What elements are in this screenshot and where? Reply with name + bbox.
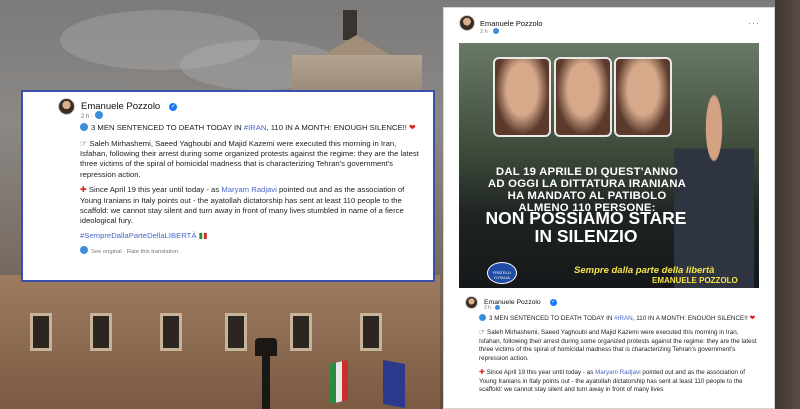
window [225,313,247,351]
party-logo: FRATELLI D'ITALIA [487,262,517,284]
portrait-photo [614,57,672,137]
paragraph-1-text: Saleh Mirhashemi, Saeed Yaghoubi and Maj… [80,138,419,179]
pointing-hand-icon: ☞ [80,138,88,148]
heart-icon: ❤ [749,315,756,322]
post-meta: 2 h · [480,28,761,35]
hashtag-iran[interactable]: #IRAN [244,123,267,132]
post-time[interactable]: 2 h [480,29,488,35]
avatar[interactable] [465,296,478,309]
post-body: 3 MEN SENTENCED TO DEATH TODAY IN #IRAN,… [80,123,421,257]
post-image[interactable]: DAL 19 APRILE DI QUEST'ANNO AD OGGI LA D… [459,43,759,288]
hashtag-sempre[interactable]: #SempreDallaParteDellaLIBERTÀ [80,231,197,240]
globe-icon [94,111,103,119]
lamp-post [262,340,270,409]
headline-text: 3 MEN SENTENCED TO DEATH TODAY IN [489,315,613,322]
paragraph-1: ☞ Saleh Mirhashemi, Saeed Yaghoubi and M… [479,328,761,363]
italian-flag-icon [330,360,348,404]
heart-icon: ❤ [409,123,416,132]
post-body: 3 MEN SENTENCED TO DEATH TODAY IN #IRAN,… [479,314,761,395]
mention-link[interactable]: Maryam Radjavi [595,369,641,376]
headline-text: 3 MEN SENTENCED TO DEATH TODAY IN [91,123,242,132]
post-card-right: Emanuele Pozzolo 2 h · ··· DAL 19 APRILE… [443,7,775,409]
author-name[interactable]: Emanuele Pozzolo [480,19,543,28]
avatar[interactable] [459,15,475,31]
image-signature: EMANUELE POZZOLO [652,276,738,285]
window [360,313,382,351]
image-headline: NON POSSIAMO STARE IN SILENZIO [485,208,687,246]
mention-link[interactable]: Maryam Radjavi [221,185,277,194]
portrait-photo [554,57,612,137]
verified-badge-icon: ✓ [549,299,557,306]
side-wall [775,0,800,409]
globe-icon [80,245,88,254]
window [90,313,112,351]
verified-badge-icon: ✓ [169,102,178,111]
portrait-photo [493,57,551,137]
building-spire [343,10,357,40]
paragraph-1: ☞ Saleh Mirhashemi, Saeed Yaghoubi and M… [80,139,421,180]
post-time[interactable]: 2 h [81,114,89,120]
headline: 3 MEN SENTENCED TO DEATH TODAY IN #IRAN,… [80,123,421,134]
hashtag-iran[interactable]: #IRAN [614,315,633,322]
avatar[interactable] [58,98,75,115]
see-original-link[interactable]: See original · Rate this translation [91,249,178,255]
window [30,313,52,351]
window [290,313,312,351]
building-facade [0,275,440,409]
globe-icon [492,28,499,34]
headline: 3 MEN SENTENCED TO DEATH TODAY IN #IRAN,… [479,314,761,323]
post-time[interactable]: 3 h [484,305,491,311]
more-options-icon[interactable]: ··· [748,18,760,28]
headline-suffix: , 110 IN A MONTH: ENOUGH SILENCE!! [266,123,407,132]
paragraph-1-text: Saleh Mirhashemi, Saeed Yaghoubi and Maj… [479,329,757,362]
globe-icon [495,305,501,310]
pin-icon: ✚ [80,184,87,194]
translation-footer: See original · Rate this translation [80,245,421,257]
eu-flag-icon [383,360,405,408]
pointing-hand-icon: ☞ [479,329,486,337]
image-tagline: Sempre dalla parte della libertà [574,265,715,276]
flag-icon: ▮ [203,231,208,241]
post-text-section: Emanuele Pozzolo ✓ 3 h · 3 MEN SENTENCED… [459,296,761,395]
headline-suffix: , 110 IN A MONTH: ENOUGH SILENCE!! [632,315,748,322]
pin-icon: ✚ [479,369,485,377]
window [160,313,182,351]
paragraph-2: ✚ Since April 19 this year until today -… [80,185,421,226]
paragraph-2: ✚ Since April 19 this year until today -… [479,368,761,394]
post-card-left: Emanuele Pozzolo ✓ 2 h · 3 MEN SENTENCED… [21,90,435,282]
earth-icon [80,123,88,131]
paragraph-2-prefix: Since April 19 this year until today - a… [486,369,594,377]
paragraph-2-prefix: Since April 19 this year until today - a… [88,184,220,194]
post-meta: 2 h · [81,111,421,120]
earth-icon [479,314,486,321]
hashtag-footer: #SempreDallaParteDellaLIBERTÀ ▮▮ [80,231,421,242]
